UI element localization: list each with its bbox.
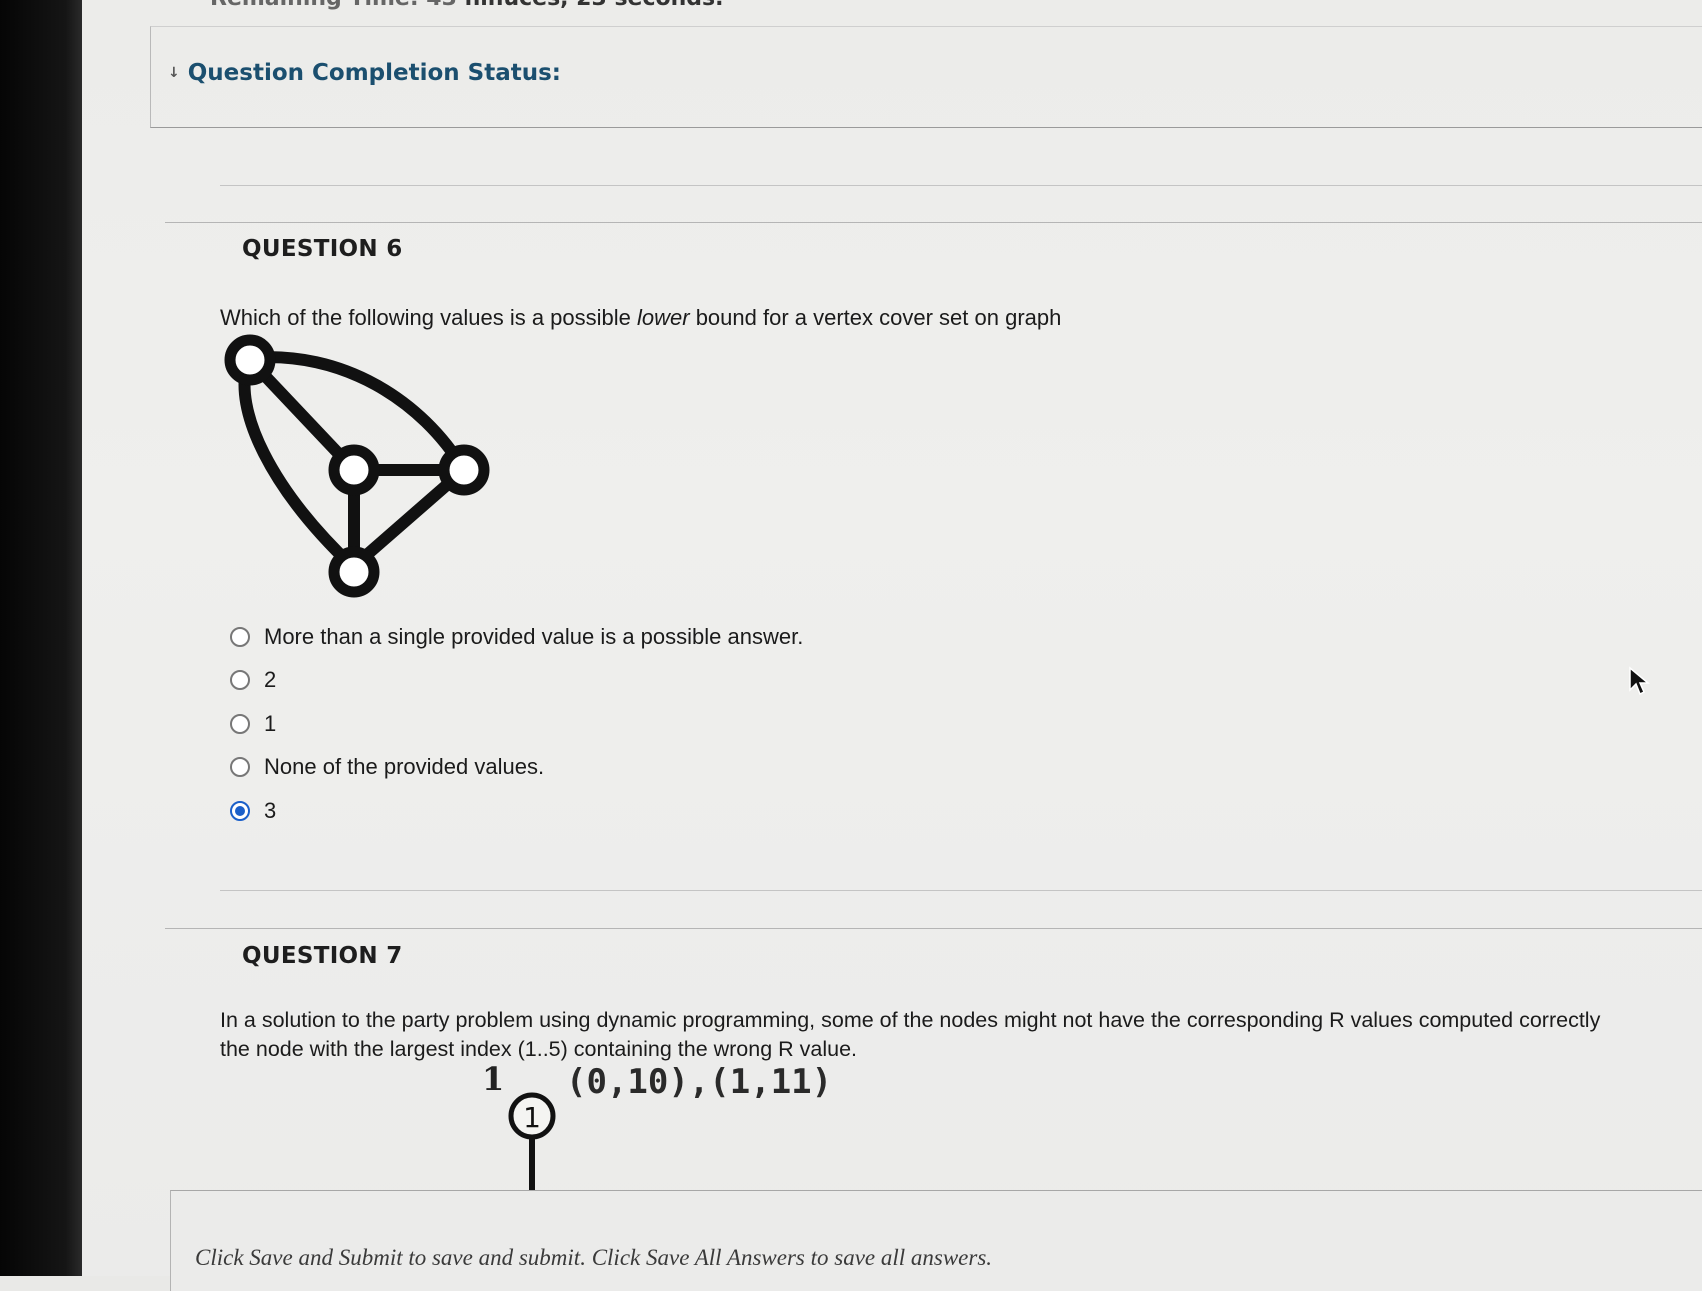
tree-node-pairs: (0,10),(1,11) (566, 1062, 833, 1102)
option-3[interactable]: 3 (230, 789, 803, 833)
graph-figure (224, 334, 490, 598)
monitor-bezel (0, 0, 82, 1276)
mouse-cursor-icon (1629, 666, 1651, 696)
footer-instructions: Click Save and Submit to save and submit… (195, 1245, 993, 1270)
question-7-heading: QUESTION 7 (242, 943, 403, 969)
divider (220, 185, 1702, 186)
option-none[interactable]: None of the provided values. (230, 746, 803, 790)
graph-node (328, 444, 380, 496)
question-6-prompt: Which of the following values is a possi… (220, 305, 1062, 330)
tree-figure: 1 1 (482, 1060, 556, 1200)
chevron-down-icon: ↓ (168, 65, 180, 81)
completion-status-label: Question Completion Status: (187, 60, 562, 86)
tree-node-id: 1 (523, 1101, 541, 1134)
completion-status-toggle[interactable]: ↓ Question Completion Status: (168, 60, 561, 86)
radio-button[interactable] (230, 757, 250, 778)
graph-node (438, 444, 490, 496)
tree-node-label: 1 (482, 1060, 504, 1098)
radio-button[interactable] (230, 626, 250, 647)
option-more-than-one[interactable]: More than a single provided value is a p… (230, 615, 803, 659)
divider (165, 928, 1702, 929)
radio-button-selected[interactable] (230, 800, 250, 821)
remaining-time-text: Remaining Time: 43 ninuces, 23 seconds. (210, 0, 724, 11)
radio-button[interactable] (230, 670, 250, 691)
divider (220, 890, 1702, 891)
question-7-prompt-line-2: the node with the largest index (1..5) c… (220, 1037, 858, 1061)
divider (165, 222, 1702, 223)
graph-node (224, 334, 276, 386)
radio-button[interactable] (230, 713, 250, 734)
option-1[interactable]: 1 (230, 702, 803, 746)
graph-node (328, 546, 380, 598)
option-2[interactable]: 2 (230, 659, 803, 703)
question-6-options: More than a single provided value is a p… (230, 615, 803, 833)
question-6-heading: QUESTION 6 (242, 236, 403, 262)
question-7-prompt-line-1: In a solution to the party problem using… (220, 1008, 1601, 1032)
